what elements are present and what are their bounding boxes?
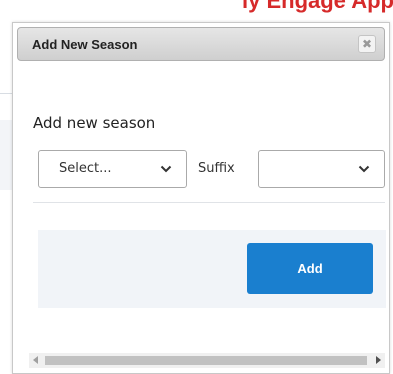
background-divider bbox=[0, 93, 12, 94]
horizontal-scrollbar[interactable] bbox=[29, 353, 385, 368]
arrow-right-icon[interactable] bbox=[376, 356, 381, 364]
dialog-footer: Add bbox=[38, 230, 386, 308]
close-icon: ✖ bbox=[361, 37, 373, 51]
suffix-label: Suffix bbox=[198, 161, 235, 176]
chevron-down-icon bbox=[358, 165, 370, 173]
chevron-down-icon bbox=[160, 165, 172, 173]
dialog-titlebar[interactable]: Add New Season ✖ bbox=[17, 27, 385, 61]
season-select-value: Select... bbox=[59, 161, 112, 176]
section-heading: Add new season bbox=[33, 114, 156, 132]
background-panel bbox=[0, 120, 12, 190]
add-season-dialog: Add New Season ✖ Add new season Select..… bbox=[12, 22, 390, 374]
add-button[interactable]: Add bbox=[247, 243, 373, 294]
close-button[interactable]: ✖ bbox=[358, 35, 376, 53]
arrow-left-icon[interactable] bbox=[33, 356, 38, 364]
season-select[interactable]: Select... bbox=[38, 150, 187, 188]
background-page-heading: ly Engage App bbox=[242, 0, 393, 13]
suffix-select[interactable] bbox=[258, 150, 385, 188]
form-divider bbox=[33, 202, 385, 203]
scrollbar-thumb[interactable] bbox=[45, 356, 367, 365]
page: ly Engage App Add New Season ✖ Add new s… bbox=[0, 0, 393, 374]
dialog-title: Add New Season bbox=[32, 37, 138, 52]
